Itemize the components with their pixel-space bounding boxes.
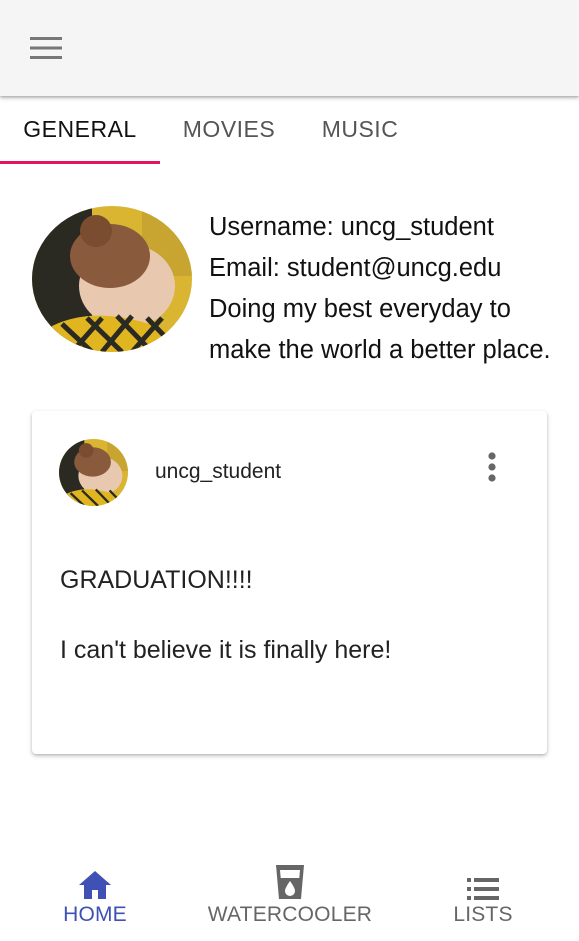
tab-movies-label: MOVIES xyxy=(182,115,276,142)
home-icon xyxy=(79,871,111,899)
active-tab-indicator xyxy=(0,161,160,164)
hamburger-menu-icon xyxy=(30,37,62,59)
menu-button[interactable] xyxy=(28,34,64,62)
profile-bio: Doing my best everyday to make the world… xyxy=(209,295,551,364)
tab-music-label: MUSIC xyxy=(321,115,399,142)
post-author-avatar xyxy=(59,439,128,506)
post-title: GRADUATION!!!! xyxy=(60,566,253,594)
nav-watercooler[interactable]: WATERCOOLER xyxy=(200,850,380,941)
nav-home[interactable]: HOME xyxy=(40,850,150,941)
nav-lists-label: LISTS xyxy=(453,903,513,926)
post-more-button[interactable] xyxy=(478,449,506,485)
profile-email: Email: student@uncg.edu xyxy=(209,254,502,282)
cup-icon xyxy=(276,865,304,899)
tab-bar: GENERAL MOVIES MUSIC xyxy=(0,96,579,164)
nav-watercooler-label: WATERCOOLER xyxy=(207,903,373,926)
bottom-navigation: HOME WATERCOOLER LISTS xyxy=(0,850,579,941)
post-card: uncg_student GRADUATION!!!! I can't beli… xyxy=(32,411,547,754)
post-body: I can't believe it is finally here! xyxy=(60,636,392,664)
profile-avatar xyxy=(32,206,192,352)
tab-general-label: GENERAL xyxy=(23,115,137,142)
tab-general[interactable]: GENERAL xyxy=(0,96,160,162)
app-bar xyxy=(0,0,579,96)
tab-movies[interactable]: MOVIES xyxy=(162,96,296,162)
tab-music[interactable]: MUSIC xyxy=(300,96,420,162)
list-icon xyxy=(467,878,499,900)
nav-home-label: HOME xyxy=(63,903,127,926)
nav-lists[interactable]: LISTS xyxy=(430,850,536,941)
profile-username: Username: uncg_student xyxy=(209,213,494,241)
more-vert-icon xyxy=(488,452,496,482)
post-author-name[interactable]: uncg_student xyxy=(155,460,281,484)
profile-info: Username: uncg_student Email: student@un… xyxy=(209,207,559,371)
